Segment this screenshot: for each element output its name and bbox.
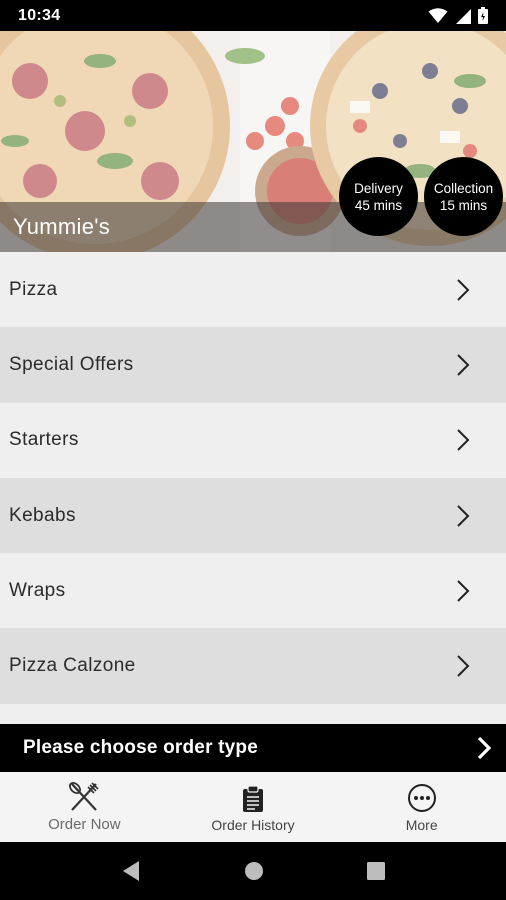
recents-icon[interactable]	[366, 862, 385, 880]
delivery-time: 45 mins	[354, 197, 403, 213]
status-time: 10:34	[18, 6, 61, 24]
battery-icon	[478, 7, 488, 24]
menu-item-pizza[interactable]: Pizza	[0, 252, 506, 328]
chevron-right-icon	[457, 504, 470, 527]
nav-order-now[interactable]: Order Now	[0, 772, 169, 842]
menu-item-kebabs[interactable]: Kebabs	[0, 477, 506, 554]
nav-label-order-history: Order History	[211, 817, 295, 833]
menu-item-label: Starters	[9, 429, 79, 451]
collection-time: 15 mins	[439, 197, 488, 213]
menu-item-wraps[interactable]: Wraps	[0, 553, 506, 629]
status-icons	[428, 7, 488, 24]
status-bar: 10:34	[0, 0, 506, 31]
menu-item-starters[interactable]: Starters	[0, 402, 506, 478]
home-icon[interactable]	[244, 861, 264, 881]
menu-category-list: Pizza Special Offers Starters Kebabs Wra…	[0, 252, 506, 704]
menu-item-label: Special Offers	[9, 353, 134, 375]
nav-label-order-now: Order Now	[48, 816, 121, 833]
delivery-time-badge[interactable]: Delivery 45 mins	[339, 157, 418, 236]
chevron-right-icon	[457, 429, 470, 451]
chevron-right-icon	[457, 580, 470, 602]
chevron-right-icon	[457, 655, 470, 677]
nav-label-more: More	[405, 817, 438, 833]
order-type-label: Please choose order type	[23, 737, 259, 758]
choose-order-type-bar[interactable]: Please choose order type	[0, 724, 506, 772]
menu-item-pizza-calzone[interactable]: Pizza Calzone	[0, 628, 506, 704]
fork-knife-icon	[69, 782, 99, 811]
collection-time-badge[interactable]: Collection 15 mins	[424, 157, 503, 236]
menu-item-partial[interactable]	[0, 704, 506, 724]
back-icon[interactable]	[121, 860, 141, 882]
signal-icon	[456, 8, 471, 24]
menu-item-label: Wraps	[9, 579, 66, 601]
wifi-icon	[428, 7, 448, 23]
more-dots-icon	[407, 784, 436, 812]
menu-item-special-offers[interactable]: Special Offers	[0, 327, 506, 403]
collection-label: Collection	[433, 180, 494, 196]
nav-more[interactable]: More	[337, 772, 506, 842]
clipboard-icon	[243, 785, 263, 812]
delivery-label: Delivery	[354, 180, 403, 196]
menu-item-label: Pizza Calzone	[9, 655, 136, 677]
chevron-right-icon	[477, 736, 492, 760]
menu-item-label: Kebabs	[9, 504, 76, 526]
system-navigation-bar	[0, 842, 506, 900]
bottom-navigation: Order Now Order History More	[0, 772, 506, 842]
chevron-right-icon	[457, 278, 470, 301]
menu-item-label: Pizza	[9, 278, 58, 300]
restaurant-name: Yummie's	[13, 214, 111, 239]
nav-order-history[interactable]: Order History	[169, 772, 338, 842]
chevron-right-icon	[457, 354, 470, 376]
